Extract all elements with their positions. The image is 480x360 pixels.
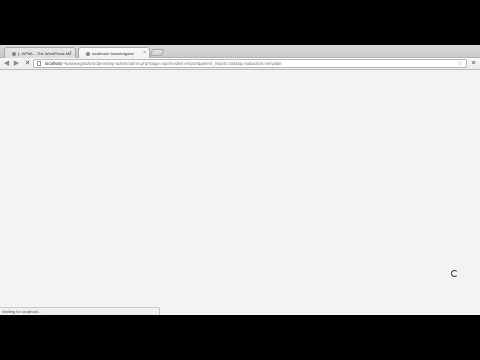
tab-wpml[interactable]: [- WPML - The WordPress Mu × [4,47,76,58]
favicon-icon [86,51,90,56]
tab-label: [- WPML - The WordPress Mu [18,51,72,56]
browser-window: [- WPML - The WordPress Mu × localhost/~… [0,45,480,315]
new-tab-button[interactable] [149,49,165,56]
close-tab-icon[interactable]: × [143,48,146,58]
browser-toolbar: ◀ ▶ ✕ localhost/~kassenigota/wordpress/w… [0,58,480,70]
page-content [0,71,480,315]
tab-label: localhost/~kassenigota/ [92,51,134,56]
url-text: localhost/~kassenigota/wordpress/wp-admi… [45,60,282,68]
address-bar[interactable]: localhost/~kassenigota/wordpress/wp-admi… [33,59,467,68]
menu-icon[interactable]: ≡ [469,59,478,68]
stop-icon[interactable]: ✕ [23,59,32,68]
tab-localhost[interactable]: localhost/~kassenigota/ × [78,47,150,58]
favicon-icon [12,51,16,56]
close-tab-icon[interactable]: × [69,48,72,58]
back-icon[interactable]: ◀ [2,59,11,68]
url-host: localhost [45,61,62,66]
forward-icon[interactable]: ▶ [12,59,21,68]
tab-strip: [- WPML - The WordPress Mu × localhost/~… [0,45,480,58]
bookmark-star-icon[interactable]: ☆ [458,60,463,68]
url-path: /~kassenigota/wordpress/wp-admin/admin.p… [61,61,282,66]
status-bar: Waiting for localhost... [0,307,160,315]
page-icon [37,61,41,66]
loading-cursor-icon [451,270,458,277]
